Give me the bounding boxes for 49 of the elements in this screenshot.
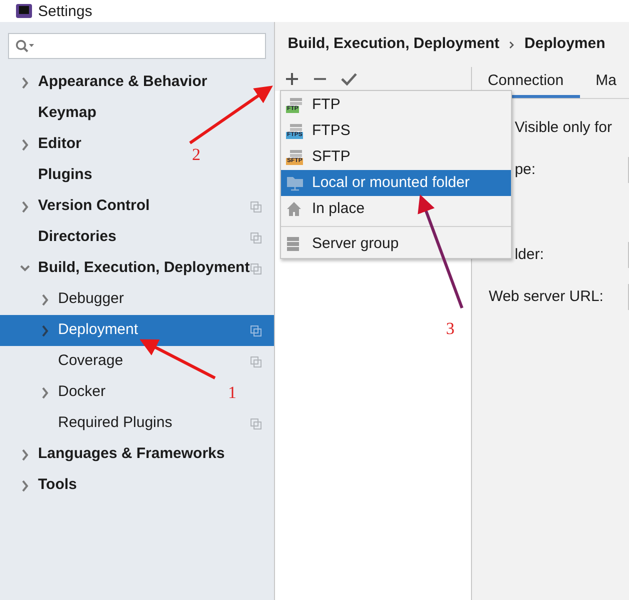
- tree-item[interactable]: Version Control: [38, 195, 150, 218]
- search-field[interactable]: [8, 33, 266, 59]
- tree-item[interactable]: Required Plugins: [58, 412, 172, 435]
- tree-item[interactable]: Coverage: [58, 350, 124, 373]
- chevron-right-icon[interactable]: [20, 76, 30, 88]
- checkbox-label: Visible only for: [514, 118, 612, 138]
- search-icon: [15, 39, 35, 53]
- chevron-right-icon[interactable]: [20, 448, 30, 460]
- tree-item[interactable]: Keymap: [38, 102, 96, 125]
- tree-item[interactable]: Languages & Frameworks: [38, 443, 225, 466]
- chevron-right-icon[interactable]: [20, 138, 30, 150]
- server-icon: [290, 150, 302, 158]
- chevron-right-icon[interactable]: [20, 480, 30, 492]
- annotation-number: 2: [192, 146, 200, 163]
- tree-item[interactable]: Editor: [38, 133, 82, 156]
- breadcrumb-current[interactable]: Deploymen: [524, 33, 606, 56]
- field-label: pe:: [514, 160, 536, 180]
- annotation-number: 3: [446, 320, 454, 337]
- server-stack-icon: [286, 236, 300, 252]
- field-label: Web server URL:: [488, 286, 604, 307]
- field-label: lder:: [514, 244, 544, 265]
- tree-item[interactable]: Appearance & Behavior: [38, 71, 208, 94]
- tree-item[interactable]: Deployment: [58, 319, 138, 342]
- chevron-right-icon[interactable]: [20, 200, 30, 212]
- menu-item[interactable]: Local or mounted folder: [281, 170, 511, 196]
- house-icon: [286, 201, 302, 217]
- tree-item[interactable]: Docker: [58, 381, 106, 404]
- annotation-number: 1: [228, 384, 236, 401]
- menu-item[interactable]: Server group: [281, 231, 511, 257]
- tree-item[interactable]: Tools: [38, 474, 77, 497]
- tab[interactable]: Ma: [580, 67, 629, 98]
- breadcrumb-link[interactable]: Build, Execution, Deployment: [288, 33, 500, 56]
- add-icon[interactable]: [284, 72, 299, 86]
- server-icon: [290, 124, 302, 132]
- tree-item[interactable]: Debugger: [58, 288, 124, 311]
- check-icon[interactable]: [340, 72, 357, 86]
- tree-item[interactable]: Build, Execution, Deployment: [38, 257, 250, 280]
- app-icon: [16, 4, 32, 18]
- breadcrumb-separator-icon: [509, 40, 514, 48]
- window-title: Settings: [38, 2, 92, 20]
- chevron-right-icon[interactable]: [40, 324, 50, 336]
- menu-item[interactable]: In place: [281, 196, 511, 222]
- tree-item[interactable]: Plugins: [38, 164, 92, 187]
- chevron-right-icon[interactable]: [40, 294, 50, 306]
- chevron-right-icon[interactable]: [40, 386, 50, 398]
- server-icon: [290, 98, 302, 106]
- remove-icon[interactable]: [312, 77, 327, 81]
- folder-icon: [286, 175, 304, 191]
- tree-item[interactable]: Directories: [38, 226, 116, 249]
